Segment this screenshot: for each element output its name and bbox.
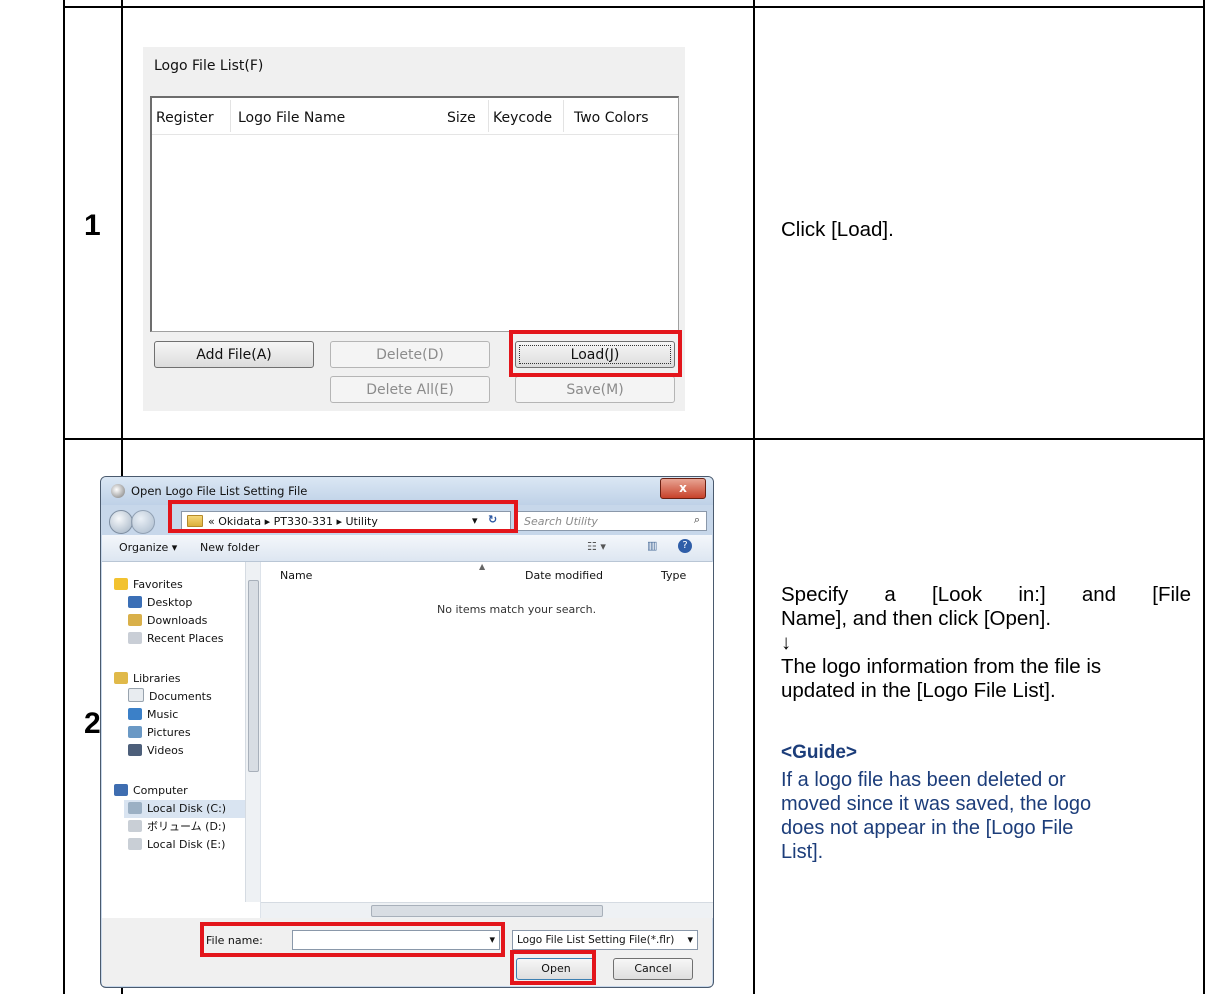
guide-line: does not appear in the [Logo File [781, 817, 1074, 839]
file-type-value: Logo File List Setting File(*.flr) [517, 934, 675, 946]
column-keycode[interactable]: Keycode [493, 110, 552, 126]
dialog-toolbar: Organize ▾ New folder ☷ ▾ ▥ ? [102, 535, 712, 562]
search-icon: ⌕ [693, 513, 700, 526]
file-list-scroll-thumb[interactable] [371, 905, 603, 917]
preview-pane-icon[interactable]: ▥ [647, 539, 657, 552]
nav-pictures[interactable]: Pictures [128, 724, 191, 742]
pictures-icon [128, 726, 142, 738]
close-button[interactable]: x [660, 478, 706, 499]
load-button-highlight [509, 330, 682, 377]
navigation-pane: Favorites Desktop Downloads Recent Place… [102, 562, 261, 918]
computer-icon [114, 784, 128, 796]
guide-line: List]. [781, 841, 824, 863]
column-name[interactable]: Name [280, 569, 312, 582]
organize-menu[interactable]: Organize ▾ [119, 541, 177, 554]
music-icon [128, 708, 142, 720]
videos-icon [128, 744, 142, 756]
libraries-icon [114, 672, 128, 684]
column-register[interactable]: Register [156, 110, 214, 126]
empty-message: No items match your search. [437, 603, 597, 616]
step-2-instruction: Specify a [Look in:] and [File Name], an… [781, 583, 1191, 703]
file-list-pane: Name ▲ Date modified Type No items match… [261, 562, 713, 918]
address-bar-highlight [168, 500, 518, 533]
add-file-button[interactable]: Add File(A) [154, 341, 314, 368]
file-list-scrollbar[interactable] [261, 902, 713, 918]
view-options-icon[interactable]: ☷ ▾ [587, 540, 606, 553]
table-border-left [63, 0, 65, 994]
nav-documents[interactable]: Documents [128, 688, 212, 706]
open-button-highlight [510, 950, 596, 985]
step-number-1: 1 [84, 209, 101, 242]
save-button[interactable]: Save(M) [515, 376, 675, 403]
instruction-line: updated in the [Logo File List]. [781, 679, 1056, 702]
guide-line: moved since it was saved, the logo [781, 793, 1092, 815]
column-two-colors[interactable]: Two Colors [574, 110, 649, 126]
instruction-line: Name], and then click [Open]. [781, 607, 1052, 630]
drive-icon [128, 838, 142, 850]
nav-desktop[interactable]: Desktop [128, 594, 192, 612]
instruction-line: Specify a [Look in:] and [File [781, 583, 1191, 606]
cancel-button[interactable]: Cancel [613, 958, 693, 980]
desktop-icon [128, 596, 142, 608]
logo-file-list-title: Logo File List(F) [154, 58, 264, 74]
nav-favorites[interactable]: Favorites [114, 576, 183, 594]
guide-title: <Guide> [781, 742, 858, 763]
nav-downloads[interactable]: Downloads [128, 612, 207, 630]
file-type-dropdown-icon: ▾ [687, 933, 693, 946]
star-icon [114, 578, 128, 590]
column-logo-file-name[interactable]: Logo File Name [238, 110, 345, 126]
column-size[interactable]: Size [447, 110, 476, 126]
listview-header: Register Logo File Name Size Keycode Two… [152, 98, 678, 135]
drive-icon [128, 820, 142, 832]
nav-local-disk-e[interactable]: Local Disk (E:) [128, 836, 225, 854]
nav-scrollbar[interactable] [245, 562, 260, 902]
drive-icon [128, 802, 142, 814]
delete-all-button[interactable]: Delete All(E) [330, 376, 490, 403]
logo-file-listview[interactable]: Register Logo File Name Size Keycode Two… [150, 96, 679, 332]
table-border-top [63, 6, 1205, 8]
open-file-dialog: Open Logo File List Setting File x « Oki… [100, 476, 714, 988]
instruction-line: The logo information from the file is [781, 655, 1102, 678]
search-box[interactable]: Search Utility ⌕ [517, 511, 707, 531]
nav-libraries[interactable]: Libraries [114, 670, 181, 688]
nav-music[interactable]: Music [128, 706, 178, 724]
column-date-modified[interactable]: Date modified [525, 569, 603, 582]
table-row-divider [63, 438, 1205, 440]
dialog-title: Open Logo File List Setting File [131, 484, 308, 498]
nav-computer[interactable]: Computer [114, 782, 188, 800]
back-button[interactable] [109, 510, 133, 534]
search-placeholder: Search Utility [524, 515, 598, 528]
step-number-2: 2 [84, 707, 101, 740]
sort-arrow-icon: ▲ [479, 562, 486, 571]
nav-videos[interactable]: Videos [128, 742, 184, 760]
file-name-highlight [200, 922, 505, 957]
table-border-middle-right [753, 0, 755, 994]
help-icon[interactable]: ? [678, 539, 692, 553]
app-icon [111, 484, 125, 498]
column-type[interactable]: Type [661, 569, 686, 582]
step-1-instruction: Click [Load]. [781, 218, 894, 241]
forward-button[interactable] [131, 510, 155, 534]
nav-recent-places[interactable]: Recent Places [128, 630, 224, 648]
nav-volume-d[interactable]: ボリューム (D:) [128, 818, 226, 836]
recent-places-icon [128, 632, 142, 644]
file-type-select[interactable]: Logo File List Setting File(*.flr) ▾ [512, 930, 698, 950]
downloads-icon [128, 614, 142, 626]
down-arrow: ↓ [781, 631, 792, 654]
nav-local-disk-c[interactable]: Local Disk (C:) [124, 800, 248, 818]
documents-icon [128, 688, 144, 702]
guide-text: If a logo file has been deleted or moved… [781, 768, 1191, 864]
guide-line: If a logo file has been deleted or [781, 769, 1066, 791]
new-folder-button[interactable]: New folder [200, 541, 259, 554]
nav-scroll-thumb[interactable] [248, 580, 259, 772]
delete-button[interactable]: Delete(D) [330, 341, 490, 368]
